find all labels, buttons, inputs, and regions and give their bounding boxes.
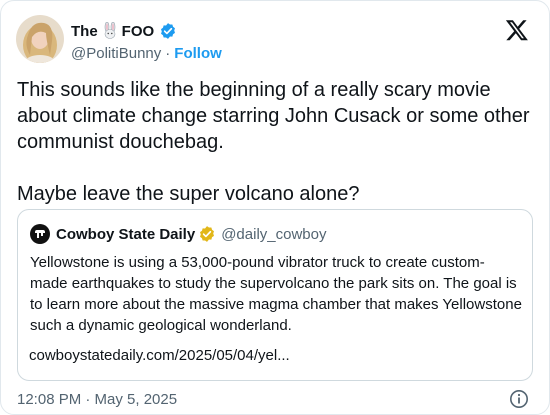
gold-verified-badge-icon	[198, 225, 216, 243]
rabbit-emoji-icon	[101, 21, 119, 40]
separator-dot: ·	[165, 44, 171, 62]
quoted-tweet-header: Cowboy State Daily @daily_cowboy	[30, 224, 326, 244]
info-icon[interactable]	[509, 389, 529, 409]
author-handle-row: @PolitiBunny · Follow	[71, 43, 222, 63]
x-logo-icon[interactable]	[505, 18, 529, 42]
quoted-display-name: Cowboy State Daily	[56, 225, 196, 243]
quoted-tweet-text: Yellowstone is using a 53,000-pound vibr…	[30, 254, 527, 334]
author-display-name-prefix[interactable]: The	[71, 23, 98, 40]
tweet-card: The FOO @PolitiBunny · Follow This sound…	[0, 0, 550, 415]
avatar-image	[16, 15, 64, 63]
tweet-text: This sounds like the beginning of a real…	[17, 79, 530, 205]
tweet-timestamp[interactable]: 12:08 PM · May 5, 2025	[17, 391, 177, 408]
author-name-row: The FOO	[71, 21, 177, 41]
cowboy-state-daily-logo	[30, 224, 50, 244]
quoted-handle: @daily_cowboy	[221, 225, 327, 243]
verified-badge-icon[interactable]	[159, 22, 177, 40]
author-handle[interactable]: @PolitiBunny	[71, 45, 161, 62]
author-avatar[interactable]	[16, 15, 64, 63]
author-display-name-suffix[interactable]: FOO	[122, 23, 155, 40]
quoted-tweet-link[interactable]: cowboystatedaily.com/2025/05/04/yel...	[29, 347, 290, 364]
follow-button[interactable]: Follow	[174, 45, 222, 62]
